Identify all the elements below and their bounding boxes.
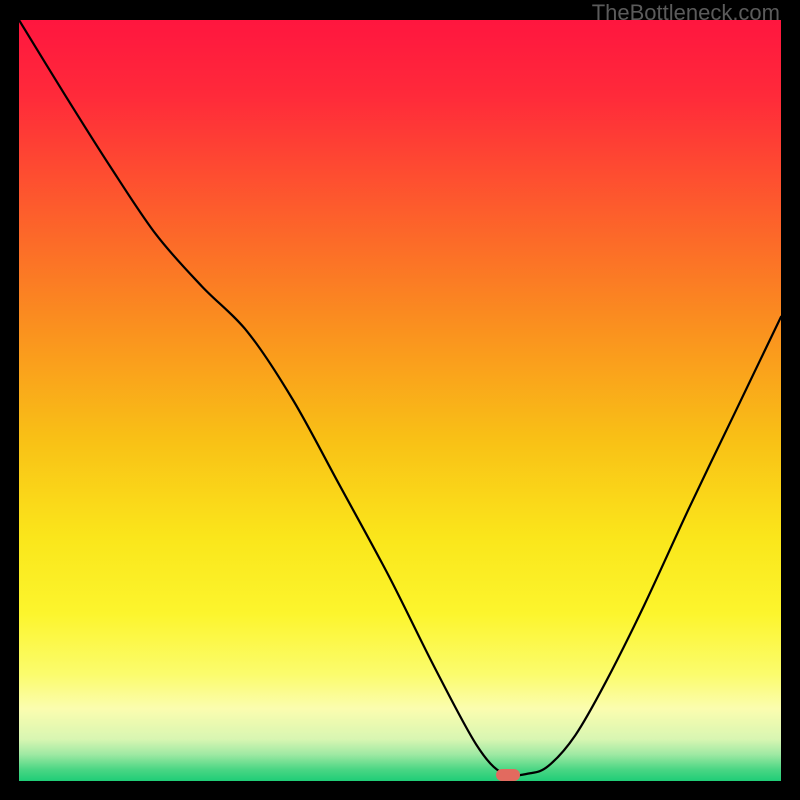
watermark-text: TheBottleneck.com: [592, 0, 780, 26]
plot-area: [19, 20, 781, 781]
optimum-marker: [496, 769, 520, 781]
chart-frame: TheBottleneck.com: [0, 0, 800, 800]
background-gradient: [19, 20, 781, 781]
